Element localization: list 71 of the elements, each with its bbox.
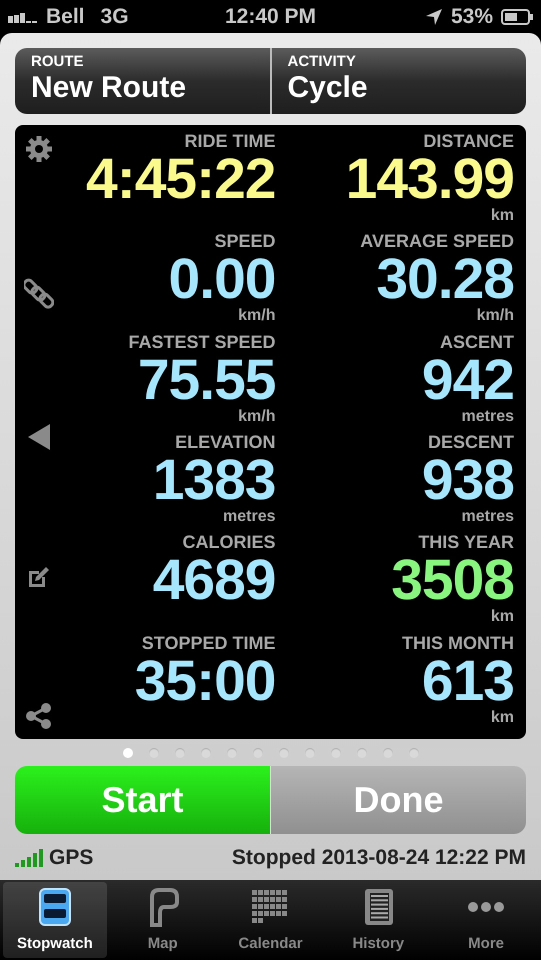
left-arrow-icon[interactable]: [28, 424, 50, 450]
location-icon: [424, 8, 443, 26]
metric-label: DISTANCE: [423, 131, 514, 151]
metric-value: 143.99: [346, 151, 514, 207]
page-dot[interactable]: [148, 748, 158, 758]
metric-value: 4689: [152, 552, 276, 608]
metric-unit: km/h: [238, 307, 276, 326]
chain-link-icon[interactable]: [24, 278, 54, 310]
metric-value: 613: [422, 652, 514, 709]
battery-icon: [501, 8, 534, 24]
gps-label: GPS: [49, 845, 94, 871]
page-dot[interactable]: [200, 748, 210, 758]
metric-label: DESCENT: [428, 432, 514, 452]
metric-label: SPEED: [214, 231, 276, 252]
metric-value: 1383: [152, 452, 276, 508]
metric-unit: metres: [462, 408, 514, 426]
tab-bar-item[interactable]: Map: [110, 882, 215, 958]
metric-label: CALORIES: [182, 532, 276, 552]
metric-unit: km/h: [476, 307, 514, 326]
metric-label: ELEVATION: [175, 432, 276, 452]
stopwatch-icon: [38, 886, 72, 926]
tab-bar-item[interactable]: Calendar: [218, 882, 322, 958]
metric-unit: km: [490, 608, 514, 626]
metric-value: 938: [422, 452, 514, 508]
page-dot[interactable]: [278, 748, 288, 758]
metric-value: 75.55: [138, 352, 276, 408]
tab-bar-item[interactable]: Stopwatch: [3, 882, 107, 958]
gps-signal-icon: [15, 848, 45, 867]
metric-unit: km: [490, 207, 514, 225]
metric-label: RIDE TIME: [184, 131, 276, 151]
network-type: 3G: [100, 4, 129, 30]
field-label: ROUTE: [31, 54, 84, 70]
tab-bar-item[interactable]: More: [434, 882, 538, 958]
stopped-status: Stopped 2013-08-24 12:22 PM: [232, 845, 526, 871]
metric-unit: km: [490, 708, 514, 727]
metric-label: THIS YEAR: [418, 532, 514, 552]
metric-value: 4:45:22: [86, 151, 276, 207]
page-dot[interactable]: [382, 748, 392, 758]
page-dot[interactable]: [356, 748, 366, 758]
metric-label: STOPPED TIME: [142, 632, 276, 653]
page-dot[interactable]: [330, 748, 340, 758]
metric-label: FASTEST SPEED: [128, 332, 276, 352]
clock-time: 12:40 PM: [224, 4, 316, 30]
field-label: ACTIVITY: [288, 54, 357, 70]
metric-unit: metres: [223, 508, 276, 526]
metric-value: 0.00: [168, 251, 276, 308]
page-dot[interactable]: [226, 748, 236, 758]
tab-bar-item[interactable]: History: [326, 882, 430, 958]
metric-label: THIS MONTH: [402, 632, 514, 653]
page-dot[interactable]: [408, 748, 418, 758]
metric-value: 35:00: [134, 652, 276, 709]
page-dot[interactable]: [122, 748, 132, 758]
more-icon: [468, 902, 504, 912]
metric-label: AVERAGE SPEED: [360, 231, 514, 252]
edit-icon[interactable]: [27, 564, 51, 588]
page-dot[interactable]: [174, 748, 184, 758]
metric-value: 30.28: [376, 251, 514, 308]
metric-value: 3508: [391, 552, 514, 608]
metric-unit: km/h: [238, 408, 276, 426]
metric-label: ASCENT: [440, 332, 514, 352]
metric-value: 942: [422, 352, 514, 408]
page-dot[interactable]: [252, 748, 262, 758]
carrier-name: Bell: [46, 4, 85, 30]
battery-percent: 53%: [450, 4, 494, 30]
signal-icon: [8, 10, 38, 22]
page-dot[interactable]: [304, 748, 314, 758]
field-value: New Route: [31, 70, 188, 106]
metric-unit: metres: [462, 508, 514, 526]
settings-icon[interactable]: [25, 135, 53, 163]
field-value: Cycle: [288, 70, 369, 106]
share-icon[interactable]: [26, 703, 52, 729]
